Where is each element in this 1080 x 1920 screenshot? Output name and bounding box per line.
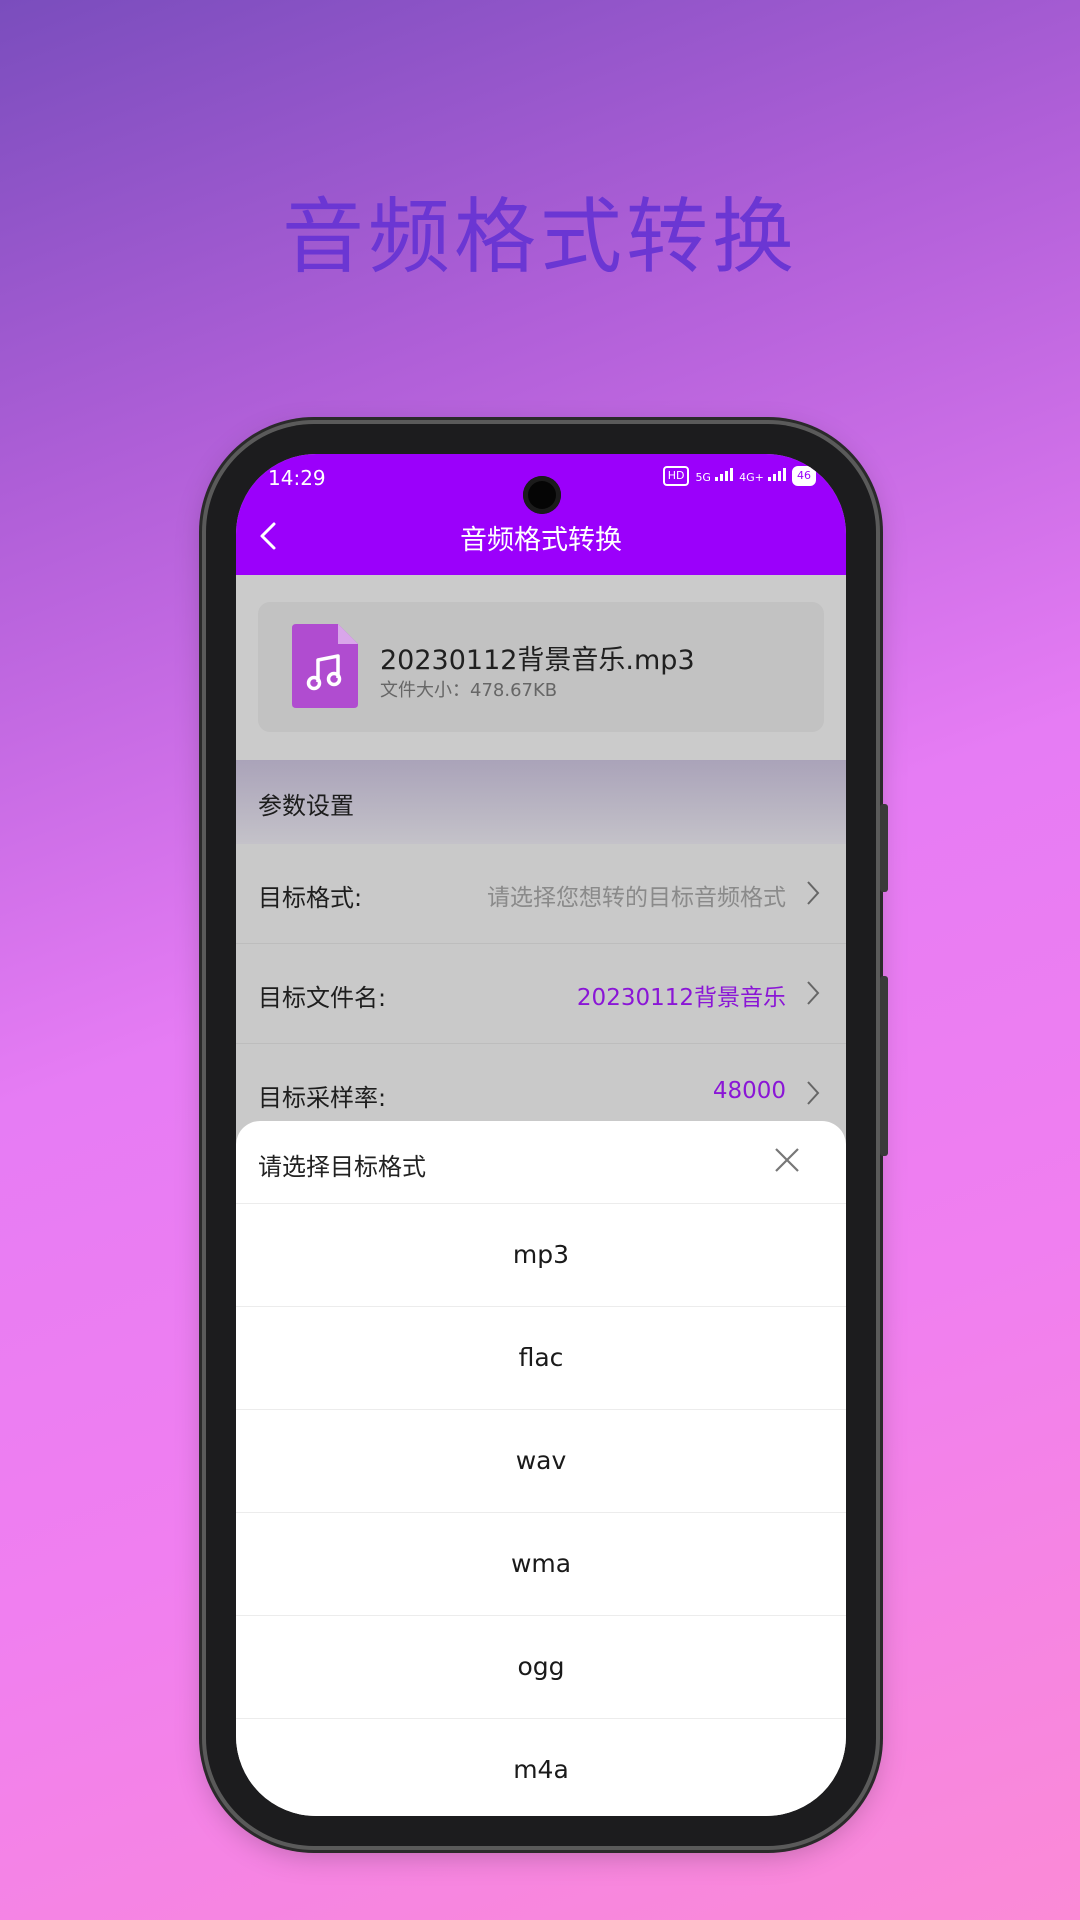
chevron-right-icon — [807, 981, 820, 1005]
file-size: 文件大小：478.67KB — [380, 680, 558, 701]
status-time: 14:29 — [268, 466, 326, 490]
close-icon[interactable] — [772, 1145, 802, 1175]
chevron-right-icon — [807, 1081, 820, 1105]
volume-button — [880, 804, 888, 892]
phone-frame: 14:29 HD 5G 4G+ 46 音频格式转换 20230112背景音乐.m… — [206, 424, 888, 1846]
signal-4g-icon: 4G+ — [739, 467, 786, 485]
target-samplerate-label: 目标采样率: — [258, 1084, 387, 1112]
params-section-title: 参数设置 — [258, 792, 354, 820]
target-format-row[interactable]: 目标格式: 请选择您想转的目标音频格式 — [236, 844, 846, 944]
page-title: 音频格式转换 — [460, 525, 622, 556]
battery-icon: 46 — [792, 466, 816, 486]
file-card: 20230112背景音乐.mp3 文件大小：478.67KB — [258, 602, 824, 732]
format-option-mp3[interactable]: mp3 — [236, 1204, 846, 1307]
format-picker-sheet: 请选择目标格式 mp3 flac wav wma ogg m4a — [236, 1121, 846, 1816]
hd-icon: HD — [662, 466, 690, 486]
format-option-ogg[interactable]: ogg — [236, 1616, 846, 1719]
format-option-wav[interactable]: wav — [236, 1410, 846, 1513]
target-filename-label: 目标文件名: — [258, 984, 387, 1012]
app-header: 14:29 HD 5G 4G+ 46 音频格式转换 — [236, 454, 846, 575]
music-file-icon — [292, 624, 358, 708]
format-option-m4a[interactable]: m4a — [236, 1719, 846, 1816]
front-camera — [523, 476, 561, 514]
target-samplerate-value: 48000 — [712, 1078, 786, 1104]
target-filename-value: 20230112背景音乐 — [576, 985, 786, 1011]
target-format-label: 目标格式: — [258, 884, 363, 912]
signal-5g-icon: 5G — [695, 467, 734, 485]
target-filename-row[interactable]: 目标文件名: 20230112背景音乐 — [236, 944, 846, 1044]
chevron-right-icon — [807, 881, 820, 905]
params-section-header: 参数设置 — [236, 760, 846, 844]
file-name: 20230112背景音乐.mp3 — [380, 645, 695, 676]
sheet-title: 请选择目标格式 — [258, 1153, 426, 1181]
format-option-wma[interactable]: wma — [236, 1513, 846, 1616]
phone-screen: 14:29 HD 5G 4G+ 46 音频格式转换 20230112背景音乐.m… — [236, 454, 846, 1816]
status-icons: HD 5G 4G+ 46 — [662, 466, 816, 486]
promo-title: 音频格式转换 — [281, 190, 798, 285]
format-option-flac[interactable]: flac — [236, 1307, 846, 1410]
power-button — [880, 976, 888, 1156]
target-format-value: 请选择您想转的目标音频格式 — [487, 885, 786, 911]
